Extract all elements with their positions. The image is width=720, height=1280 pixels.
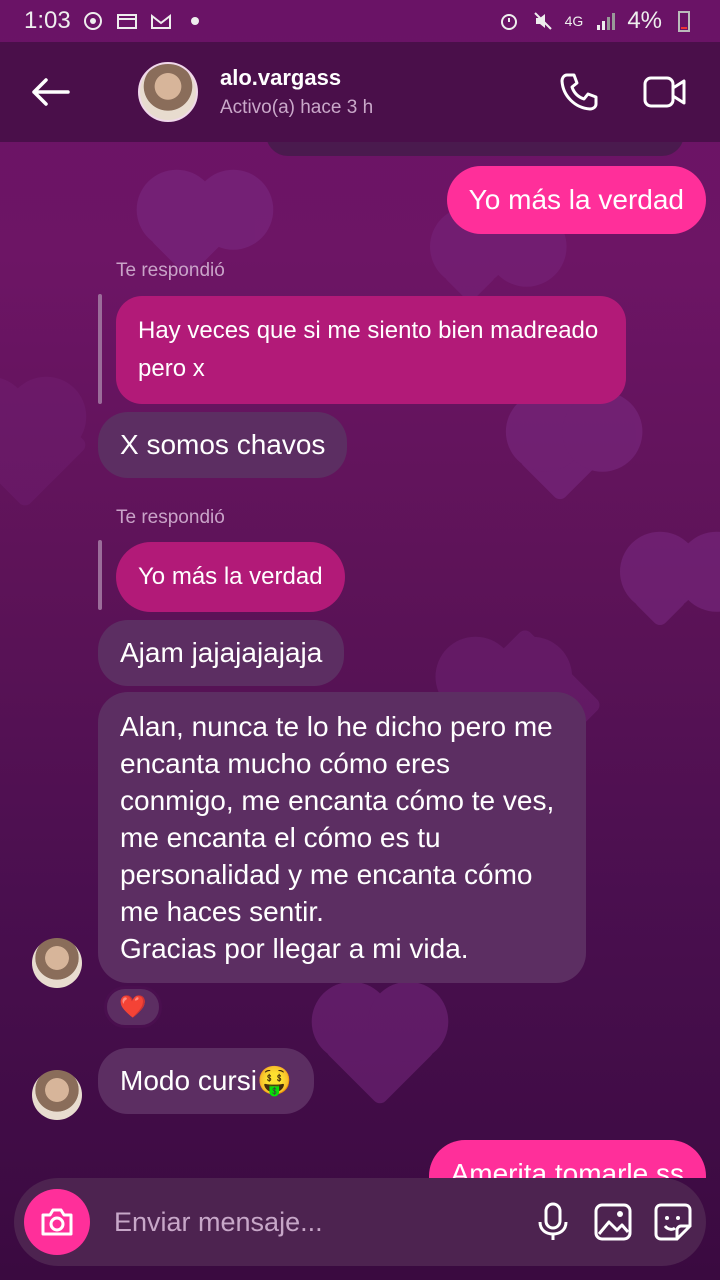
message-list[interactable]: Yo más la verdad Te respondió Hay veces … (0, 142, 720, 1178)
battery-percent: 4% (627, 7, 662, 34)
mute-icon (531, 9, 555, 33)
avatar[interactable] (138, 62, 198, 122)
sticker-button[interactable] (650, 1199, 696, 1245)
call-button[interactable] (556, 69, 602, 115)
signal-icon (593, 9, 617, 33)
quoted-message[interactable]: Yo más la verdad (116, 542, 345, 612)
reply-indicator (98, 540, 102, 610)
received-message-long[interactable]: Alan, nunca te lo he dicho pero me encan… (98, 692, 586, 983)
received-message[interactable]: Modo cursi🤑 (98, 1048, 314, 1114)
phone-icon (560, 73, 598, 111)
sender-avatar[interactable] (32, 1070, 82, 1120)
calendar-icon (115, 9, 139, 33)
microphone-icon (538, 1202, 568, 1240)
contact-name: alo.vargass (220, 65, 342, 90)
received-message[interactable]: Ajam jajajajajaja (98, 620, 345, 686)
gallery-button[interactable] (590, 1199, 636, 1245)
sent-message[interactable]: Amerita tomarle ss (428, 1140, 706, 1178)
back-arrow-icon (32, 78, 70, 106)
partial-bubble (266, 142, 684, 156)
gmail-icon (149, 9, 173, 33)
status-time: 1:03 (24, 7, 71, 34)
battery-icon (672, 9, 696, 33)
dot-indicator-icon (183, 9, 207, 33)
sender-avatar[interactable] (32, 938, 82, 988)
reply-indicator (98, 294, 102, 404)
status-bar: 1:03 4G 4% (0, 0, 720, 42)
sent-message[interactable]: Yo más la verdad (446, 166, 706, 234)
video-icon (643, 76, 686, 108)
sticker-icon (654, 1203, 692, 1241)
message-input[interactable]: Enviar mensaje... (114, 1207, 516, 1238)
gallery-icon (594, 1203, 632, 1241)
app-notification-icon (81, 9, 105, 33)
back-button[interactable] (10, 52, 90, 132)
quoted-message[interactable]: Hay veces que si me siento bien madreado… (116, 296, 626, 404)
message-composer: Enviar mensaje... (14, 1178, 706, 1266)
contact-status: Activo(a) hace 3 h (220, 97, 374, 118)
video-call-button[interactable] (642, 69, 688, 115)
reply-label: Te respondió (116, 507, 225, 528)
voice-button[interactable] (530, 1199, 576, 1245)
camera-button[interactable] (24, 1189, 90, 1255)
reaction-badge[interactable]: ❤️ (104, 986, 162, 1028)
reply-label: Te respondió (116, 260, 225, 281)
received-message[interactable]: X somos chavos (98, 412, 348, 478)
chat-header: alo.vargass Activo(a) hace 3 h (0, 42, 720, 142)
camera-icon (41, 1208, 73, 1236)
network-type: 4G (564, 13, 584, 29)
contact-info[interactable]: alo.vargass Activo(a) hace 3 h (220, 65, 373, 119)
alarm-icon (497, 9, 521, 33)
